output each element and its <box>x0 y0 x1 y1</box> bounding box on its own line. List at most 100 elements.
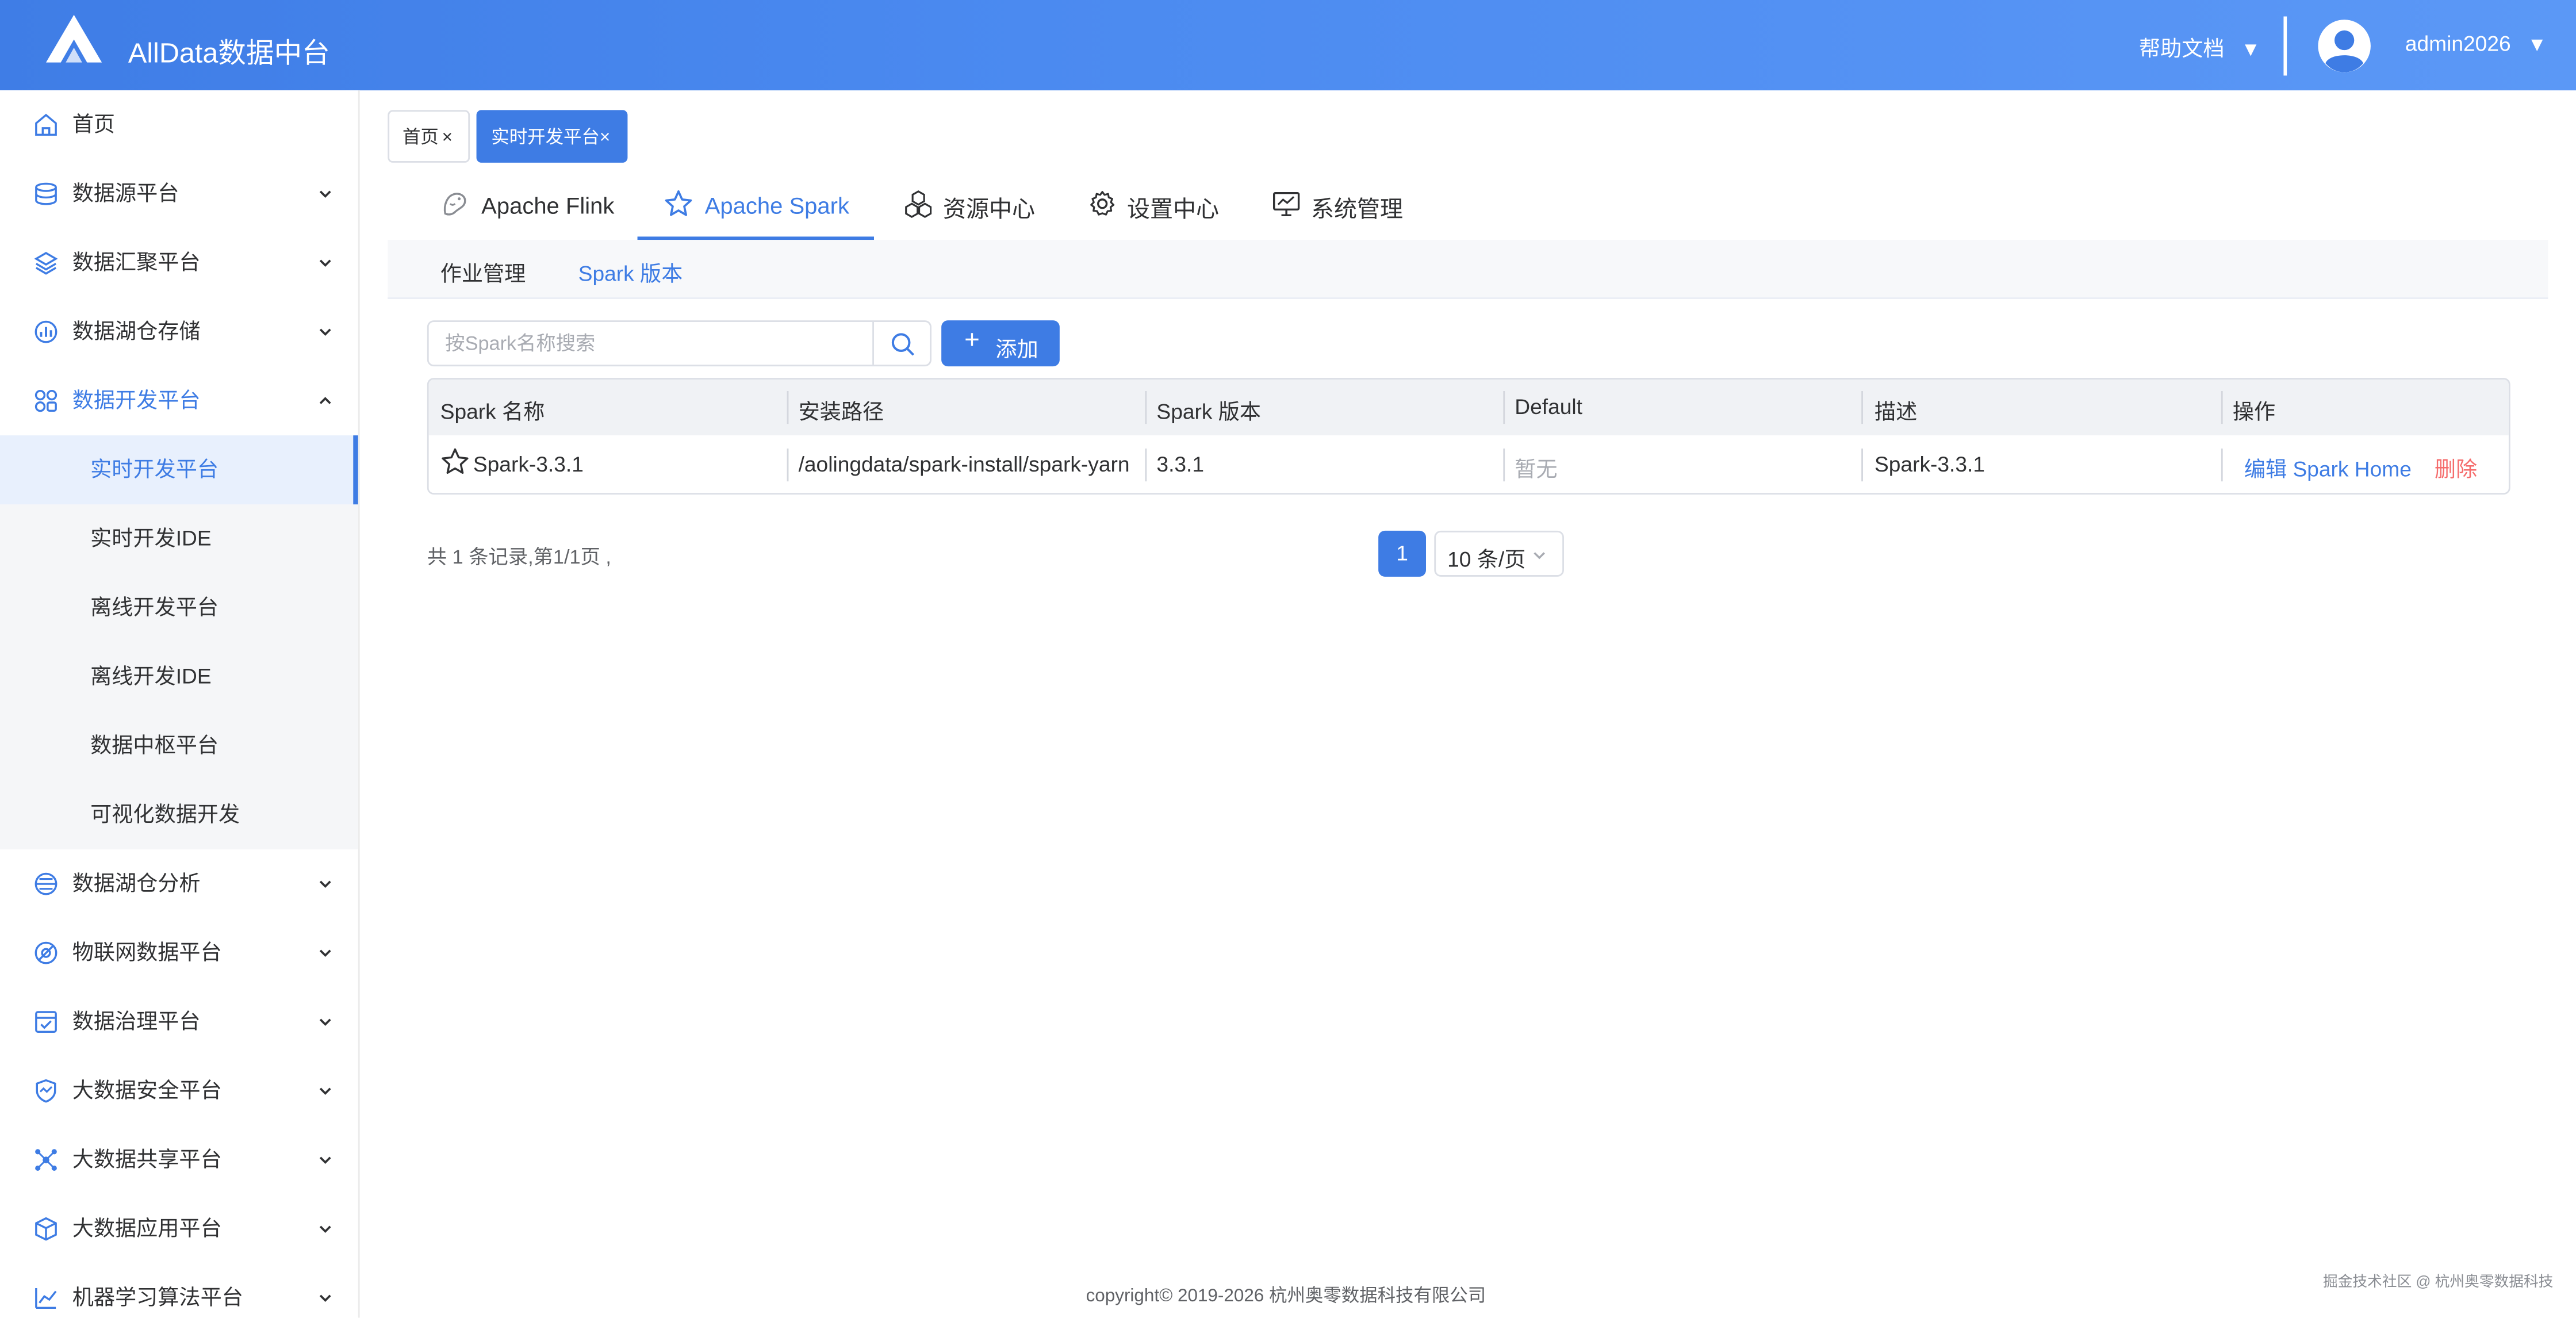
column-divider <box>1861 391 1863 424</box>
sidebar-item-datasource[interactable]: 数据源平台 <box>0 159 358 228</box>
tab-label: 资源中心 <box>943 196 1035 222</box>
column-divider <box>1861 449 1863 482</box>
sidebar-item-label: 物联网数据平台 <box>72 940 222 965</box>
sub-tabs: 作业管理 Spark 版本 <box>388 240 2548 299</box>
sidebar-item-share[interactable]: 大数据共享平台 <box>0 1125 358 1194</box>
search-button[interactable] <box>872 322 931 365</box>
page-size-select[interactable]: 10 条/页 <box>1434 530 1564 577</box>
edit-spark-home-link[interactable]: 编辑 Spark Home <box>2244 457 2412 481</box>
username-label: admin2026 <box>2405 31 2511 56</box>
storage-icon <box>34 320 57 343</box>
sidebar-subitem-label: 离线开发平台 <box>90 595 219 620</box>
close-icon[interactable]: × <box>442 112 453 164</box>
tag-home[interactable]: 首页 × <box>388 110 470 164</box>
spark-search-box <box>427 320 931 367</box>
chevron-down-icon <box>319 1294 331 1302</box>
shield-icon <box>36 1079 56 1103</box>
column-divider <box>1503 449 1505 482</box>
subtab-spark-version[interactable]: Spark 版本 <box>578 256 683 288</box>
sidebar-subitem-realtime-ide[interactable]: 实时开发IDE <box>0 504 358 573</box>
column-divider <box>1503 391 1505 424</box>
sidebar-subitem-offline-ide[interactable]: 离线开发IDE <box>0 642 358 711</box>
column-divider <box>2221 391 2223 424</box>
help-docs-label: 帮助文档 <box>2139 36 2225 61</box>
tab-label: Apache Spark <box>704 192 850 219</box>
column-divider <box>787 449 789 482</box>
chevron-up-icon <box>319 397 331 404</box>
sidebar-item-label: 数据开发平台 <box>72 388 201 413</box>
iot-icon <box>34 941 57 964</box>
chevron-down-icon <box>319 1225 331 1233</box>
tag-label: 实时开发平台 <box>491 128 600 148</box>
sidebar-subitem-label: 数据中枢平台 <box>90 733 219 758</box>
tab-apache-spark[interactable]: Apache Spark <box>637 174 874 240</box>
sidebar-item-label: 数据湖仓存储 <box>72 319 201 344</box>
ml-icon <box>35 1288 57 1309</box>
sidebar-subitem-visual-dev[interactable]: 可视化数据开发 <box>0 780 358 849</box>
tab-settings-center[interactable]: 设置中心 <box>1071 174 1236 240</box>
sidebar-item-lakehouse-storage[interactable]: 数据湖仓存储 <box>0 297 358 366</box>
sidebar-item-label: 机器学习算法平台 <box>72 1285 243 1310</box>
column-header: Spark 名称 <box>440 399 545 424</box>
sidebar-item-data-dev[interactable]: 数据开发平台 <box>0 366 358 435</box>
spark-name-cell: Spark-3.3.1 <box>473 451 584 477</box>
sidebar-item-application[interactable]: 大数据应用平台 <box>0 1194 358 1263</box>
chevron-down-icon <box>1534 552 1545 560</box>
sidebar-item-label: 大数据共享平台 <box>72 1147 222 1172</box>
spark-version-table: Spark 名称 安装路径 Spark 版本 Default 描述 操作 Spa… <box>427 378 2510 495</box>
tab-system-management[interactable]: 系统管理 <box>1255 174 1420 240</box>
tab-apache-flink[interactable]: Apache Flink <box>411 174 624 240</box>
star-icon[interactable] <box>440 447 470 476</box>
sidebar-item-label: 大数据安全平台 <box>72 1078 222 1103</box>
chevron-down-icon <box>319 1156 331 1164</box>
sidebar-subitem-data-hub[interactable]: 数据中枢平台 <box>0 711 358 780</box>
caret-down-icon: ▼ <box>2527 33 2547 56</box>
spark-search-input[interactable] <box>428 322 873 365</box>
delete-link[interactable]: 删除 <box>2435 457 2477 481</box>
page-number-button[interactable]: 1 <box>1378 530 1426 577</box>
sidebar: 首页 数据源平台 数据汇聚平台 数据湖仓存储 数据开发平台 实时开发平台 实时开… <box>0 90 360 1318</box>
chevron-down-icon <box>319 1018 331 1026</box>
chevron-down-icon <box>319 190 331 198</box>
column-divider <box>2221 449 2223 482</box>
tab-label: 设置中心 <box>1127 196 1219 222</box>
sidebar-subitem-offline-platform[interactable]: 离线开发平台 <box>0 573 358 642</box>
install-path-cell: /aolingdata/spark-install/spark-yarn <box>798 451 1130 477</box>
add-button[interactable]: + 添加 <box>941 320 1060 367</box>
column-header: 描述 <box>1874 399 1918 424</box>
sidebar-subitem-realtime-platform[interactable]: 实时开发平台 <box>0 435 358 505</box>
sidebar-item-ml[interactable]: 机器学习算法平台 <box>0 1263 358 1317</box>
user-menu-dropdown[interactable]: admin2026 ▼ <box>2405 31 2547 56</box>
close-icon[interactable]: × <box>600 112 610 164</box>
main-tabs: Apache Flink Apache Spark 资源中心 设置中心 系统管理 <box>388 174 2548 240</box>
watermark: 掘金技术社区 @ 杭州奥零数据科技 <box>2323 1273 2554 1290</box>
sidebar-item-label: 大数据应用平台 <box>72 1216 222 1241</box>
tab-resource-center[interactable]: 资源中心 <box>887 174 1052 240</box>
header-divider <box>2283 16 2287 76</box>
layers-icon <box>34 252 58 275</box>
analysis-icon <box>34 872 57 895</box>
add-button-label: 添加 <box>995 336 1038 362</box>
sidebar-item-iot[interactable]: 物联网数据平台 <box>0 918 358 987</box>
sidebar-subitem-label: 离线开发IDE <box>90 664 212 689</box>
tag-realtime-platform[interactable]: 实时开发平台 × <box>476 110 628 164</box>
sidebar-item-home[interactable]: 首页 <box>0 90 358 159</box>
sidebar-item-lakehouse-analysis[interactable]: 数据湖仓分析 <box>0 849 358 918</box>
sidebar-item-aggregation[interactable]: 数据汇聚平台 <box>0 228 358 297</box>
column-header: 操作 <box>2232 399 2276 424</box>
cube-icon <box>35 1217 57 1241</box>
sidebar-item-security[interactable]: 大数据安全平台 <box>0 1056 358 1125</box>
spark-version-cell: 3.3.1 <box>1156 451 1205 477</box>
sidebar-item-label: 数据治理平台 <box>72 1009 201 1034</box>
table-row: Spark-3.3.1 /aolingdata/spark-install/sp… <box>428 435 2509 493</box>
column-divider <box>1145 449 1147 482</box>
sidebar-item-governance[interactable]: 数据治理平台 <box>0 987 358 1056</box>
monitor-icon <box>1273 192 1300 217</box>
sidebar-item-label: 数据汇聚平台 <box>72 250 201 275</box>
user-avatar-icon[interactable] <box>2318 20 2371 72</box>
governance-icon <box>35 1011 57 1033</box>
help-docs-dropdown[interactable]: 帮助文档 ▼ <box>2139 31 2260 62</box>
default-cell: 暂无 <box>1515 457 1558 482</box>
subtab-job-management[interactable]: 作业管理 <box>440 256 526 288</box>
pagination-total: 共 1 条记录,第1/1页 , <box>427 545 611 569</box>
